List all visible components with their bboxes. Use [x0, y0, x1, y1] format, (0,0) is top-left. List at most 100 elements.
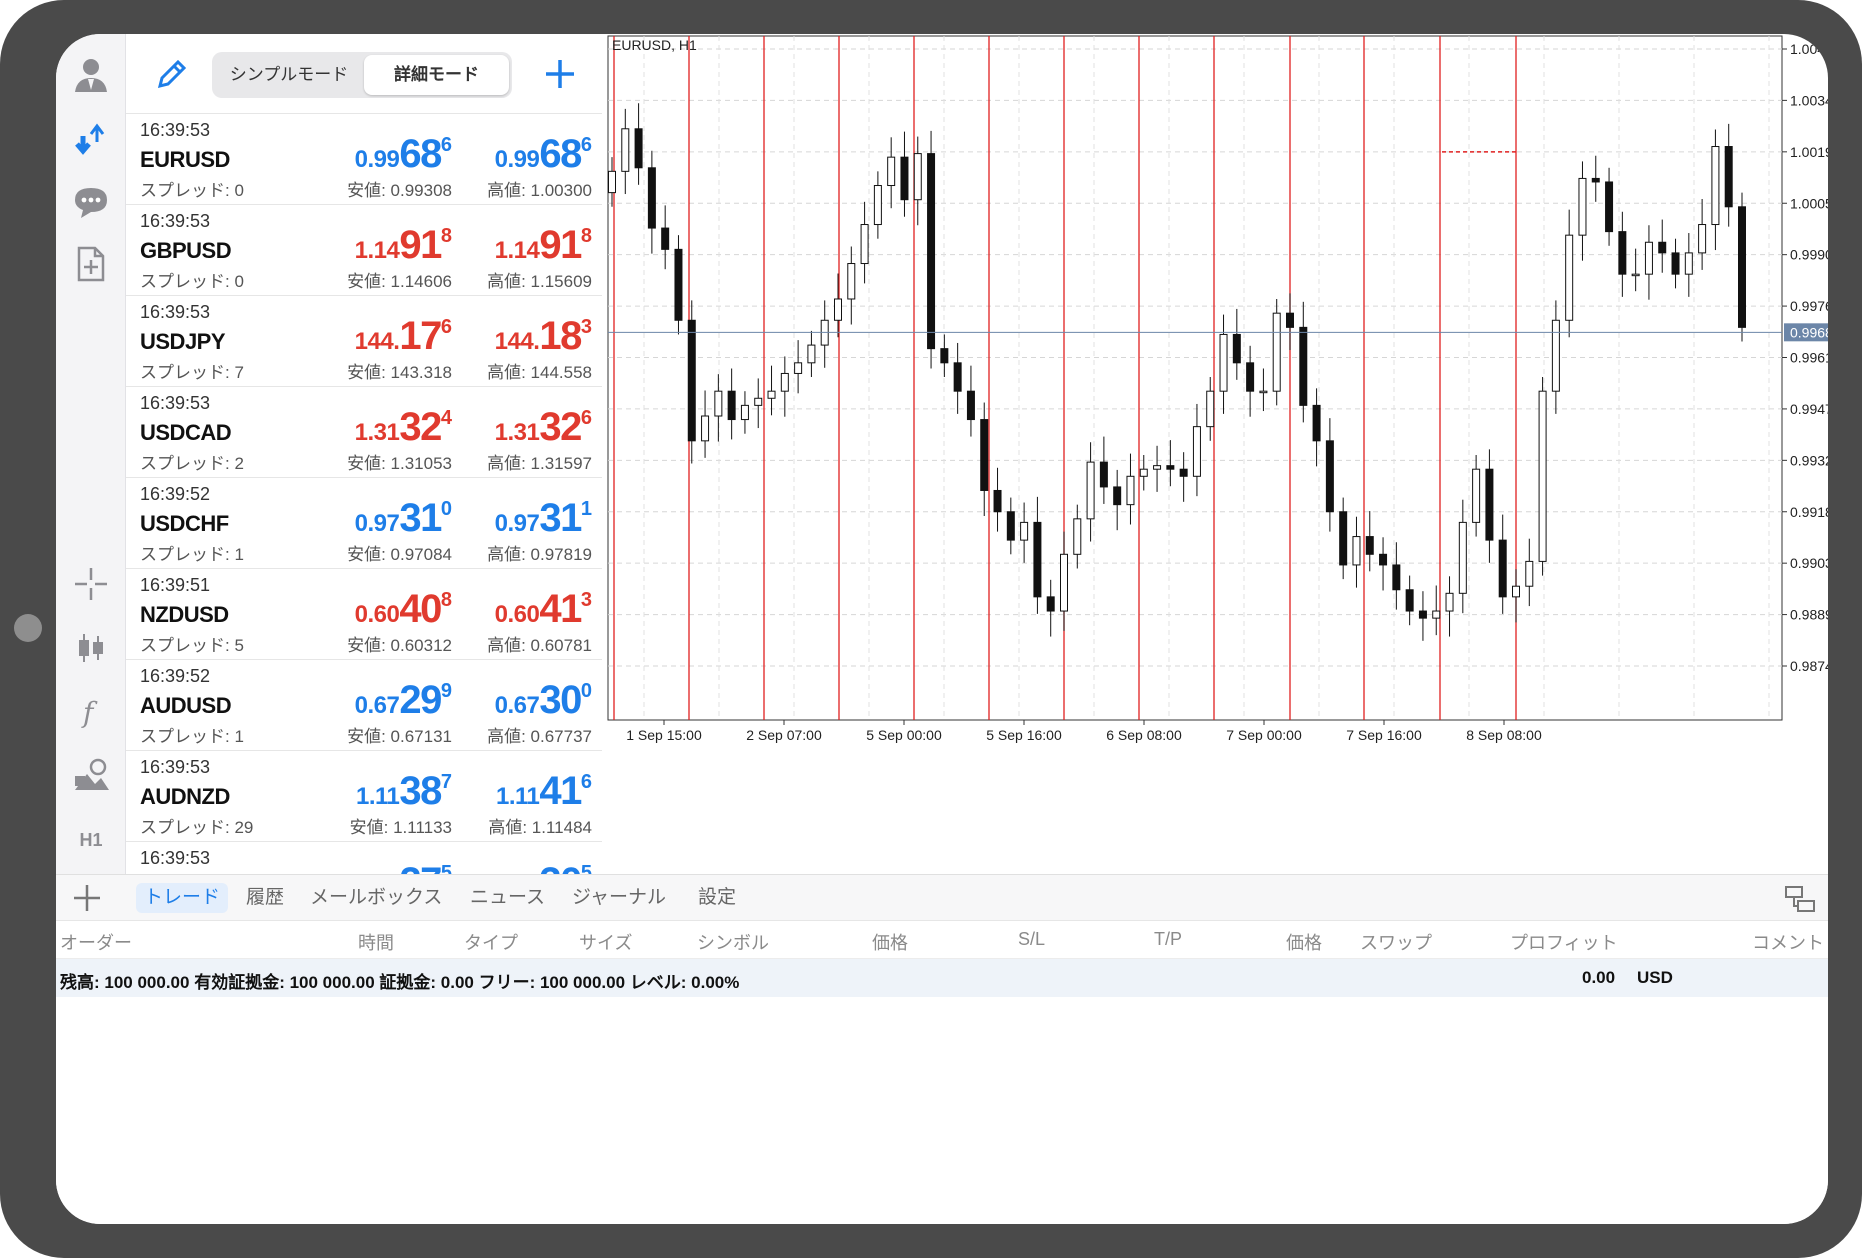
bid-price[interactable]: 1.11387 [302, 769, 452, 814]
bull-candle [1020, 521, 1029, 541]
col-comment[interactable]: コメント [1752, 929, 1824, 955]
col-sl[interactable]: S/L [1018, 929, 1045, 950]
ask-price[interactable]: 1.14918 [442, 223, 592, 268]
quote-row[interactable]: 16:39:53 AUDNZD スプレッド: 29 安値: 1.11133 高値: 1.… [126, 751, 602, 842]
quote-row[interactable]: 16:39:52 AUDUSD スプレッド: 1 安値: 0.67131 高値: 0.6… [126, 660, 602, 751]
tab-history[interactable]: 履歴 [246, 883, 284, 913]
quote-low: 安値: 0.99308 [347, 181, 452, 200]
bid-price[interactable]: 0.99686 [302, 132, 452, 177]
y-tick-label: 0.99470 [1790, 401, 1828, 417]
col-profit[interactable]: プロフィット [1510, 929, 1618, 955]
bull-candle [1086, 461, 1095, 520]
new-document-icon[interactable] [56, 238, 126, 290]
tab-settings[interactable]: 設定 [698, 883, 736, 913]
ask-price-part: 3 [580, 316, 592, 338]
bull-candle [834, 298, 842, 321]
chat-icon[interactable] [56, 176, 126, 228]
account-currency: USD [1637, 968, 1673, 987]
bear-candle [927, 153, 936, 350]
x-tick-label: 8 Sep 08:00 [1466, 727, 1542, 743]
bear-candle [1033, 521, 1042, 598]
bid-price[interactable]: 1.31324 [302, 405, 452, 450]
crosshair-icon[interactable] [56, 558, 126, 610]
col-symbol[interactable]: シンボル [697, 929, 769, 955]
quote-row[interactable]: 16:39:53 EURUSD スプレッド: 0 安値: 0.99308 高値: 1.0… [126, 114, 602, 205]
quote-time: 16:39:53 [140, 848, 211, 868]
account-icon[interactable] [56, 48, 126, 100]
simple-mode-tab[interactable]: シンプルモード [215, 55, 363, 95]
ask-price[interactable]: 0.88305 [442, 860, 592, 874]
y-tick-label: 0.98745 [1790, 658, 1828, 674]
timeframe-icon[interactable]: H1 [56, 814, 126, 866]
col-time[interactable]: 時間 [358, 929, 394, 955]
candlestick-type-icon[interactable] [56, 622, 126, 674]
bid-price[interactable]: 0.67299 [302, 678, 452, 723]
bear-candle [1286, 312, 1294, 328]
ask-price-part: 5 [580, 862, 592, 874]
bid-price-part: 0.99 [354, 146, 400, 173]
col-price[interactable]: 価格 [872, 929, 908, 955]
bull-candle [1684, 252, 1693, 275]
ask-price-part: 6 [580, 407, 592, 429]
ask-price[interactable]: 0.67300 [442, 678, 592, 723]
chart-canvas[interactable]: 1.00485 1.00340 1.00195 1.00050 0.99905 0.997… [604, 34, 1828, 874]
col-order[interactable]: オーダー [60, 929, 132, 955]
tab-news[interactable]: ニュース [470, 883, 545, 913]
tab-mailbox[interactable]: メールボックス [310, 883, 442, 913]
quote-spread: スプレッド: 7 [140, 363, 244, 382]
bid-price[interactable]: 1.14918 [302, 223, 452, 268]
ask-price[interactable]: 0.60413 [442, 587, 592, 632]
trade-arrows-icon[interactable] [56, 112, 126, 164]
bid-price-part: 0.60 [354, 601, 400, 628]
bear-candle [674, 248, 683, 321]
ask-price[interactable]: 1.11416 [442, 769, 592, 814]
bid-price-part: 1.31 [354, 419, 400, 446]
col-current-price[interactable]: 価格 [1286, 929, 1322, 955]
detailed-mode-tab[interactable]: 詳細モード [364, 55, 509, 95]
bull-candle [1538, 390, 1547, 562]
bid-price[interactable]: 0.60408 [302, 587, 452, 632]
quote-row[interactable]: 16:39:52 USDCHF スプレッド: 1 安値: 0.97084 高値: 0.9… [126, 478, 602, 569]
bear-candle [1299, 326, 1308, 406]
bull-candle [1565, 234, 1574, 321]
ask-price[interactable]: 144.183 [442, 314, 592, 359]
ask-price-part: 0 [580, 680, 592, 702]
quote-time: 16:39:53 [140, 120, 211, 140]
camera-dot [14, 614, 42, 642]
bear-candle [1605, 181, 1614, 233]
indicator-function-icon[interactable]: f [56, 686, 126, 738]
tab-trade[interactable]: トレード [136, 883, 229, 913]
col-type[interactable]: タイプ [464, 929, 518, 955]
quote-row[interactable]: 16:39:53 USDCAD スプレッド: 2 安値: 1.31053 高値: 1.3… [126, 387, 602, 478]
ask-price[interactable]: 0.97311 [442, 496, 592, 541]
bid-price-part: 1.14 [354, 237, 400, 264]
quote-symbol: EURUSD [140, 147, 230, 172]
add-order-icon[interactable] [70, 881, 104, 915]
quote-symbol: NZDUSD [140, 602, 229, 627]
bear-candle [1099, 461, 1108, 488]
bull-candle [1192, 426, 1201, 477]
quote-row[interactable]: 16:39:53 USDJPY スプレッド: 7 安値: 143.318 高値: 144… [126, 296, 602, 387]
ask-price-part: 30 [539, 860, 582, 874]
bear-candle [900, 156, 909, 201]
col-tp[interactable]: T/P [1154, 929, 1182, 950]
quote-time: 16:39:52 [140, 484, 211, 504]
ask-price[interactable]: 1.31326 [442, 405, 592, 450]
edit-pencil-icon[interactable] [154, 56, 190, 92]
col-swap[interactable]: スワップ [1360, 929, 1432, 955]
add-symbol-icon[interactable] [540, 54, 580, 94]
objects-icon[interactable] [56, 750, 126, 802]
bid-price[interactable]: 0.88275 [302, 860, 452, 874]
price-chart[interactable]: 1.00485 1.00340 1.00195 1.00050 0.99905 0.997… [604, 34, 1828, 874]
quote-row[interactable]: 16:39:51 NZDUSD スプレッド: 5 安値: 0.60312 高値: 0.6… [126, 569, 602, 660]
bid-price[interactable]: 144.176 [302, 314, 452, 359]
bid-price[interactable]: 0.97310 [302, 496, 452, 541]
ask-price[interactable]: 0.99686 [442, 132, 592, 177]
col-size[interactable]: サイズ [579, 929, 632, 955]
bull-candle [1711, 146, 1720, 226]
layout-toggle-icon[interactable] [1782, 881, 1818, 917]
bear-candle [993, 489, 1002, 513]
tab-journal[interactable]: ジャーナル [572, 883, 666, 913]
quote-row[interactable]: 16:39:53 GBPUSD スプレッド: 0 安値: 1.14606 高値: 1.1… [126, 205, 602, 296]
quote-row[interactable]: 16:39:53 0.882750.88305 [126, 842, 602, 874]
